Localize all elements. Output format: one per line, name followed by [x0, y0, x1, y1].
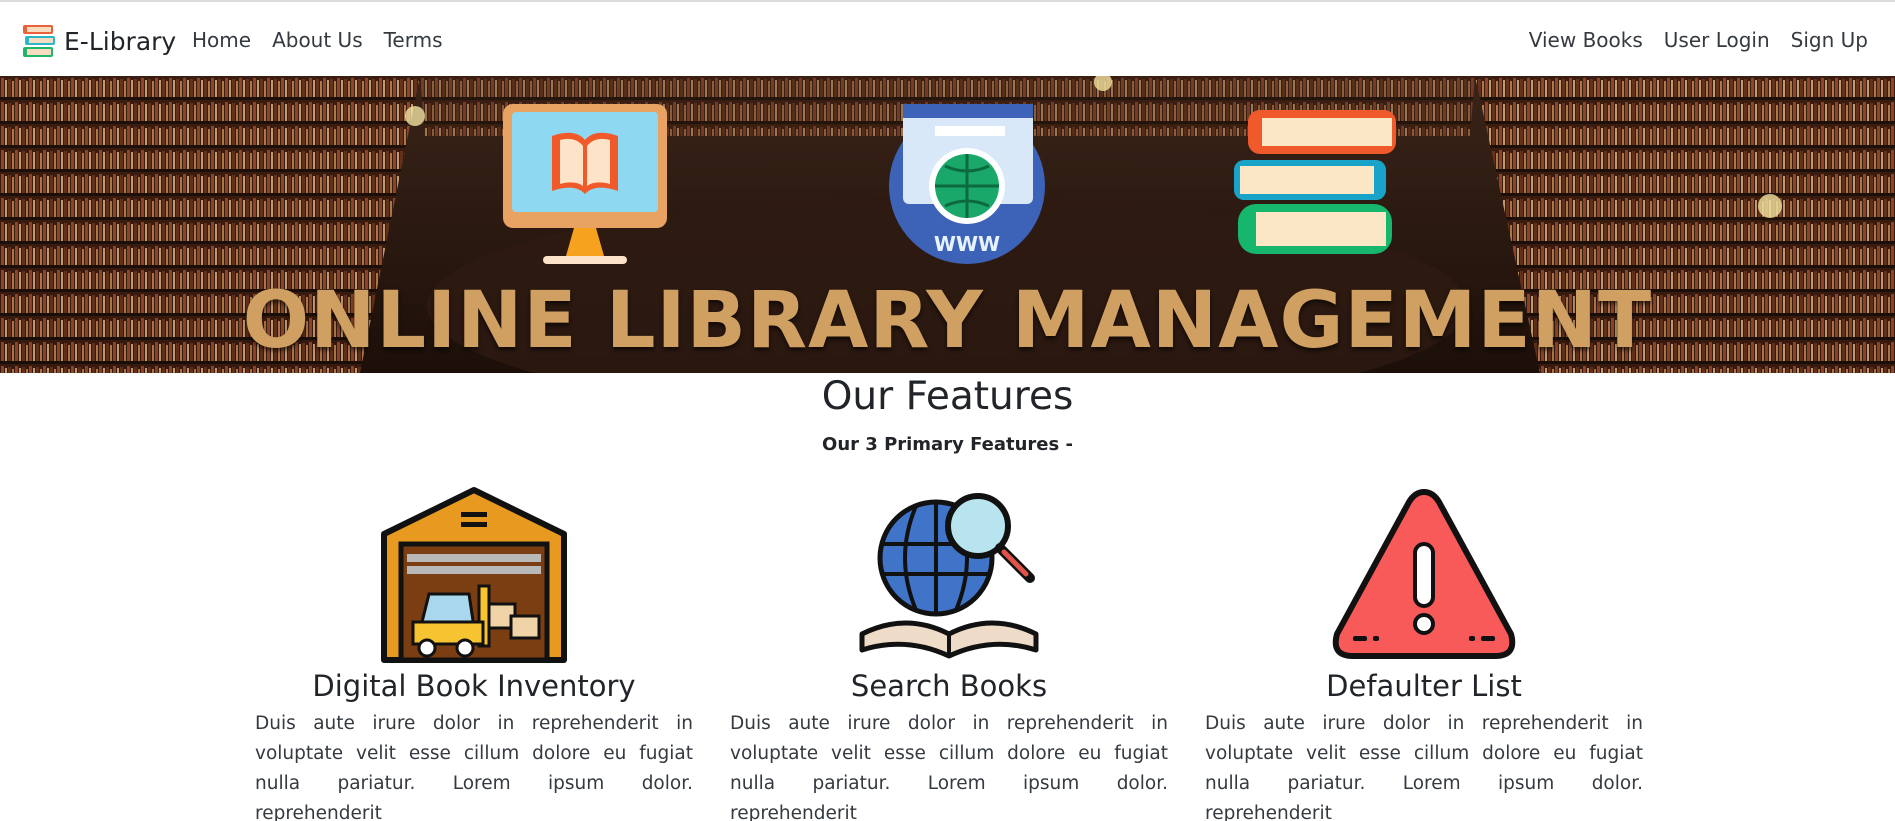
feature-description: Duis aute irure dolor in reprehenderit i… — [1205, 713, 1643, 821]
features-subheading: Our 3 Primary Features - — [822, 434, 1073, 455]
nav-about-link[interactable]: About Us — [272, 28, 363, 52]
books-stack-icon — [23, 25, 55, 57]
feature-title: Defaulter List — [1326, 669, 1522, 703]
navbar-brand[interactable]: E-Library — [20, 20, 176, 62]
nav-user-login-link[interactable]: User Login — [1664, 28, 1770, 52]
feature-card: Search Books Duis aute irure dolor in re… — [730, 484, 1168, 821]
features-heading: Our Features — [821, 374, 1074, 419]
nav-left: Home About Us Terms — [192, 28, 464, 52]
warehouse-inventory-icon — [381, 487, 567, 663]
feature-title: Digital Book Inventory — [312, 669, 636, 703]
navbar: E-Library Home About Us Terms View Books… — [0, 0, 1895, 76]
www-globe-icon: WWW — [889, 104, 1045, 264]
hero-banner: WWW ONLINE LIBRARY MANAGEMENT — [0, 76, 1895, 373]
brand-name: E-Library — [64, 26, 177, 56]
feature-card: Digital Book Inventory Duis aute irure d… — [255, 484, 693, 821]
nav-sign-up-link[interactable]: Sign Up — [1791, 28, 1868, 52]
feature-card: Defaulter List Duis aute irure dolor in … — [1205, 484, 1643, 821]
feature-description: Duis aute irure dolor in reprehenderit i… — [255, 713, 693, 821]
globe-search-book-icon — [859, 493, 1039, 659]
hero-title: ONLINE LIBRARY MANAGEMENT — [242, 276, 1653, 366]
nav-view-books-link[interactable]: View Books — [1529, 28, 1643, 52]
nav-right: View Books User Login Sign Up — [1508, 28, 1868, 52]
warning-triangle-icon — [1332, 489, 1516, 659]
book-stack-icon — [1234, 110, 1396, 254]
svg-text:WWW: WWW — [934, 232, 1000, 256]
nav-terms-link[interactable]: Terms — [384, 28, 443, 52]
feature-title: Search Books — [850, 669, 1048, 703]
feature-description: Duis aute irure dolor in reprehenderit i… — [730, 713, 1168, 821]
nav-home-link[interactable]: Home — [192, 28, 251, 52]
